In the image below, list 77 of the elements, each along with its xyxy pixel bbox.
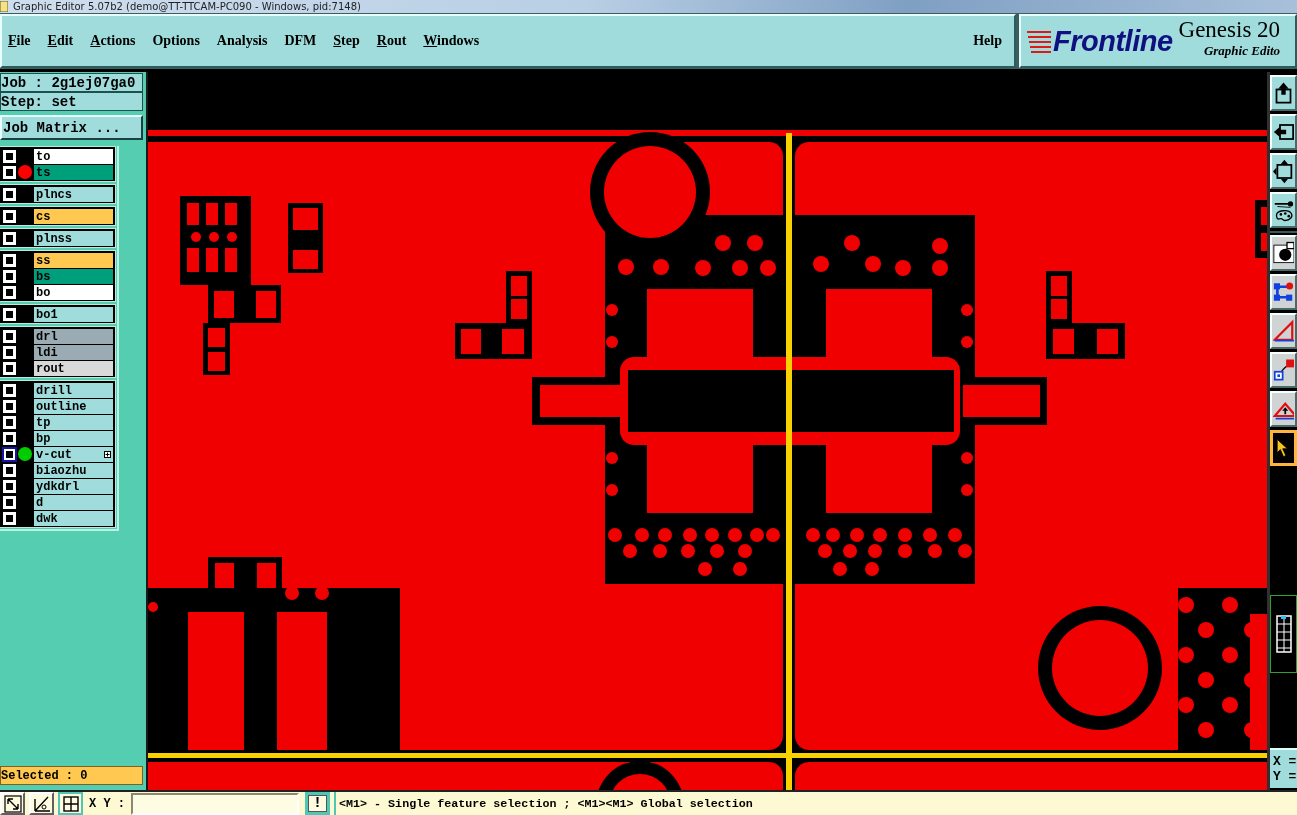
- layer-checkbox[interactable]: [2, 307, 16, 321]
- layer-name[interactable]: bp: [34, 431, 113, 446]
- layer-checkbox[interactable]: [2, 399, 16, 413]
- layer-name[interactable]: dwk: [34, 511, 113, 526]
- product-name: Genesis 20: [1178, 17, 1281, 43]
- step-label: Step: set: [0, 92, 143, 111]
- diagonal-arrow-icon: [3, 794, 22, 813]
- coordinate-input-field[interactable]: [131, 792, 299, 815]
- layer-name[interactable]: rout: [34, 361, 113, 376]
- layer-name[interactable]: ss: [34, 253, 113, 268]
- layer-checkbox[interactable]: [2, 253, 16, 267]
- layer-checkbox[interactable]: [2, 415, 16, 429]
- coordinate-label: Y =: [1273, 769, 1297, 784]
- app-icon: [0, 1, 8, 12]
- grid-icon: [61, 794, 80, 813]
- overview-map[interactable]: [1270, 594, 1297, 673]
- help-menu[interactable]: Help: [973, 33, 1002, 49]
- selected-count: Selected : 0: [0, 766, 143, 785]
- expand-box-icon: [1273, 157, 1294, 185]
- layer-name[interactable]: v-cut: [34, 447, 113, 462]
- layer-checkbox[interactable]: [2, 463, 16, 477]
- layer-checkbox[interactable]: [2, 447, 16, 461]
- angle-icon: [32, 794, 51, 813]
- menu-item[interactable]: Options: [152, 33, 200, 49]
- layer-name[interactable]: drl: [34, 329, 113, 344]
- coordinate-label: X =: [1273, 754, 1297, 769]
- board-thumbnail-drawing: [1274, 613, 1293, 654]
- menu-item[interactable]: Step: [333, 33, 360, 49]
- layer-name[interactable]: bo: [34, 285, 113, 300]
- layer-name[interactable]: to: [34, 149, 113, 164]
- layer-checkbox[interactable]: [2, 495, 16, 509]
- menu-item[interactable]: Rout: [376, 33, 407, 49]
- layer-name[interactable]: biaozhu: [34, 463, 113, 478]
- layer-name[interactable]: ldi: [34, 345, 113, 360]
- layer-checkbox[interactable]: [2, 431, 16, 445]
- triangle-icon: [1273, 317, 1294, 345]
- layer-name[interactable]: bo1: [34, 307, 113, 322]
- layer-name[interactable]: bs: [34, 269, 113, 284]
- layer-name[interactable]: ts: [34, 165, 113, 180]
- menu-item[interactable]: Analysis: [216, 33, 268, 49]
- layer-checkbox[interactable]: [2, 511, 16, 525]
- layer-name[interactable]: plnss: [34, 231, 113, 246]
- layer-checkbox[interactable]: [2, 329, 16, 343]
- job-matrix-button[interactable]: Job Matrix ...: [0, 115, 143, 140]
- layer-checkbox[interactable]: [2, 361, 16, 375]
- layer-checkbox[interactable]: [2, 187, 16, 201]
- alert-button[interactable]: !: [305, 792, 330, 815]
- layer-name[interactable]: tp: [34, 415, 113, 430]
- plus-box-icon: [104, 451, 111, 458]
- menu-item[interactable]: Edit: [47, 33, 74, 49]
- menu-item[interactable]: Actions: [90, 33, 136, 49]
- tool-button[interactable]: [1270, 430, 1297, 466]
- layer-name[interactable]: outline: [34, 399, 113, 414]
- menu-item[interactable]: Windows: [423, 33, 480, 49]
- layer-checkbox[interactable]: [2, 345, 16, 359]
- layer-name[interactable]: d: [34, 495, 113, 510]
- layer-checkbox[interactable]: [2, 383, 16, 397]
- layer-checkbox[interactable]: [2, 149, 16, 163]
- menu-item[interactable]: File: [8, 33, 31, 49]
- view-tool-button[interactable]: [58, 792, 83, 815]
- layer-checkbox[interactable]: [2, 269, 16, 283]
- layer-name[interactable]: plncs: [34, 187, 113, 202]
- layer-name[interactable]: cs: [34, 209, 113, 224]
- layer-name[interactable]: drill: [34, 383, 113, 398]
- speed-lines-icon: [1025, 29, 1051, 53]
- layer-checkbox[interactable]: [2, 209, 16, 223]
- xy-label: X Y :: [89, 796, 125, 811]
- brand-logo: Frontline: [1053, 24, 1173, 58]
- window-title: Graphic Editor 5.07b2 (demo@TT-TTCAM-PC090 - Windows, pid:7148): [13, 0, 361, 13]
- product-subtitle: Graphic Edito: [1203, 43, 1281, 59]
- layer-name[interactable]: ydkdrl: [34, 479, 113, 494]
- layer-checkbox[interactable]: [2, 479, 16, 493]
- layer-checkbox[interactable]: [2, 165, 16, 179]
- menu-item[interactable]: DFM: [284, 33, 317, 49]
- layer-checkbox[interactable]: [2, 231, 16, 245]
- layer-checkbox[interactable]: [2, 285, 16, 299]
- job-label: Job : 2g1ej07ga0: [0, 73, 143, 92]
